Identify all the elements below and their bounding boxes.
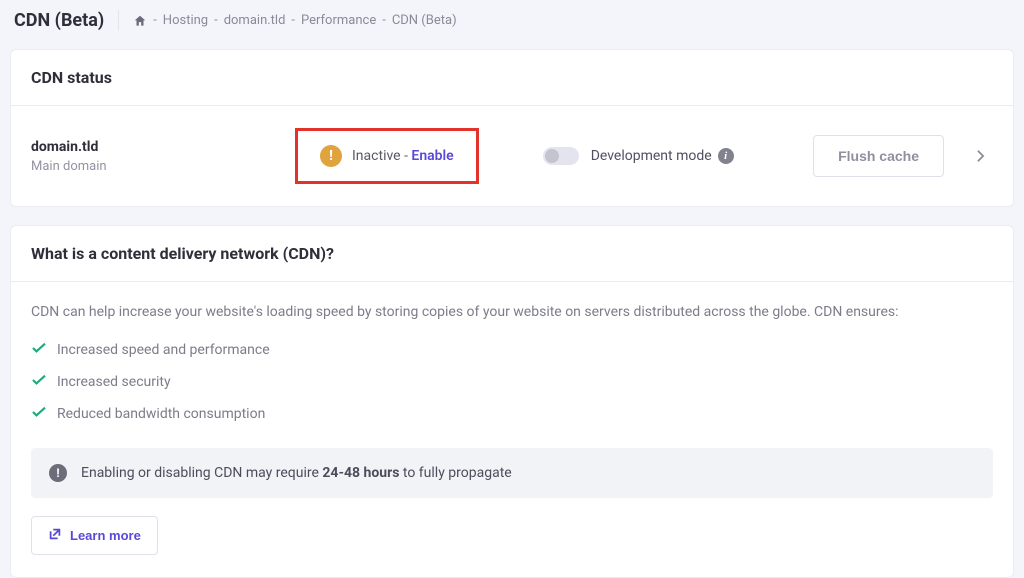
breadcrumb-hosting[interactable]: Hosting bbox=[163, 13, 208, 28]
breadcrumb-sep: - bbox=[291, 13, 295, 28]
domain-name: domain.tld bbox=[31, 139, 271, 155]
benefit-text: Increased speed and performance bbox=[57, 342, 270, 358]
benefit-text: Reduced bandwidth consumption bbox=[57, 406, 265, 422]
warning-icon: ! bbox=[320, 145, 342, 167]
home-icon[interactable] bbox=[133, 14, 147, 28]
breadcrumb-performance[interactable]: Performance bbox=[301, 13, 376, 28]
dev-mode-group: Development mode i bbox=[543, 147, 734, 165]
status-highlight: ! Inactive - Enable bbox=[295, 128, 479, 184]
dev-mode-toggle[interactable] bbox=[543, 147, 579, 165]
card-header: CDN status bbox=[11, 50, 1013, 106]
enable-link[interactable]: Enable bbox=[411, 148, 453, 164]
breadcrumb-sep: - bbox=[382, 13, 386, 28]
status-value: Inactive bbox=[352, 148, 401, 164]
list-item: Increased speed and performance bbox=[31, 334, 993, 366]
flush-cache-button[interactable]: Flush cache bbox=[813, 135, 944, 177]
check-icon bbox=[31, 406, 47, 422]
page-title: CDN (Beta) bbox=[14, 10, 119, 31]
learn-more-label: Learn more bbox=[70, 528, 141, 543]
info-title: What is a content delivery network (CDN)… bbox=[11, 226, 1013, 282]
propagation-notice: ! Enabling or disabling CDN may require … bbox=[31, 448, 993, 498]
check-icon bbox=[31, 342, 47, 358]
list-item: Increased security bbox=[31, 366, 993, 398]
cdn-status-card: CDN status domain.tld Main domain ! Inac… bbox=[10, 49, 1014, 207]
benefit-list: Increased speed and performance Increase… bbox=[11, 334, 1013, 438]
notice-info-icon: ! bbox=[49, 464, 67, 482]
cdn-info-card: What is a content delivery network (CDN)… bbox=[10, 225, 1014, 578]
info-intro: CDN can help increase your website's loa… bbox=[11, 282, 1013, 334]
notice-text: Enabling or disabling CDN may require 24… bbox=[81, 465, 512, 481]
dev-mode-text: Development mode bbox=[591, 148, 712, 164]
breadcrumb-domain[interactable]: domain.tld bbox=[224, 13, 286, 28]
external-link-icon bbox=[48, 527, 62, 544]
status-sep: - bbox=[401, 148, 412, 164]
breadcrumb-cdn[interactable]: CDN (Beta) bbox=[392, 13, 457, 28]
breadcrumb: - Hosting - domain.tld - Performance - C… bbox=[133, 13, 456, 28]
topbar: CDN (Beta) - Hosting - domain.tld - Perf… bbox=[0, 0, 1024, 45]
status-row: domain.tld Main domain ! Inactive - Enab… bbox=[11, 106, 1013, 206]
learn-more-button[interactable]: Learn more bbox=[31, 516, 158, 555]
benefit-text: Increased security bbox=[57, 374, 171, 390]
info-icon[interactable]: i bbox=[718, 148, 734, 164]
list-item: Reduced bandwidth consumption bbox=[31, 398, 993, 430]
domain-sub: Main domain bbox=[31, 159, 271, 174]
expand-chevron[interactable] bbox=[968, 149, 993, 163]
domain-block: domain.tld Main domain bbox=[31, 139, 271, 174]
check-icon bbox=[31, 374, 47, 390]
dev-mode-label: Development mode i bbox=[591, 148, 734, 164]
breadcrumb-sep: - bbox=[214, 13, 218, 28]
status-text: Inactive - Enable bbox=[352, 148, 454, 164]
breadcrumb-sep: - bbox=[153, 13, 157, 28]
